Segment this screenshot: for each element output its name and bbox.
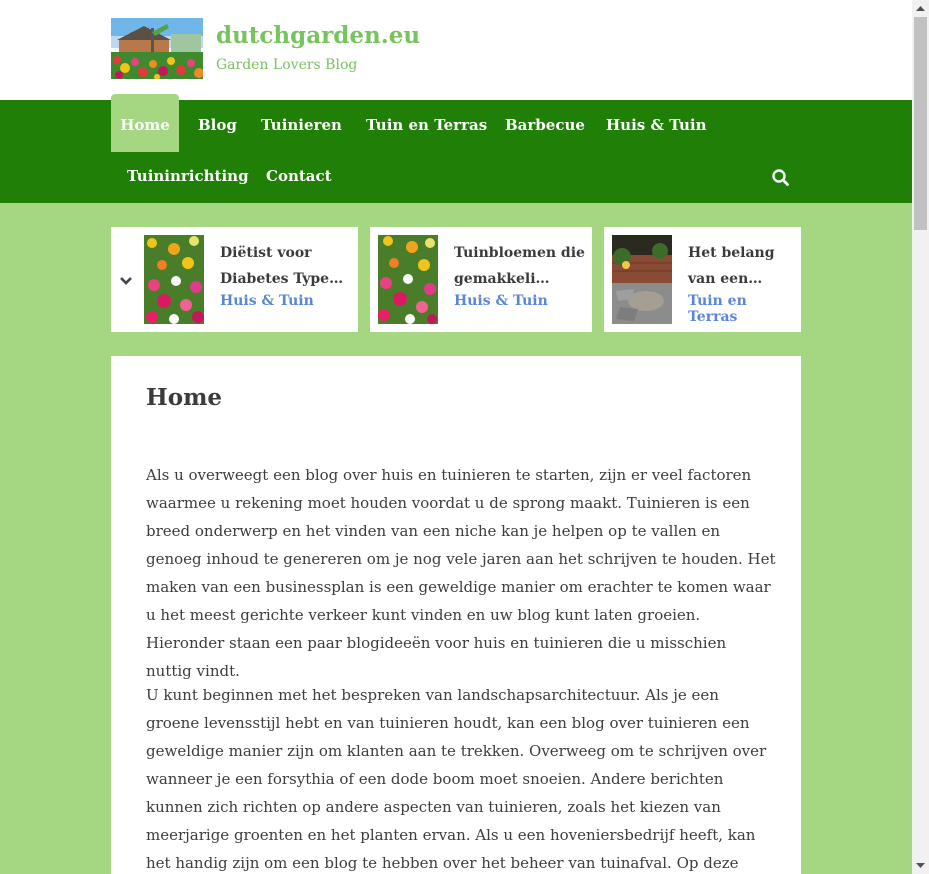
featured-card[interactable]: Diëtist voor Diabetes Type… Huis & Tuin [111, 227, 358, 332]
site-title[interactable]: dutchgarden.eu [216, 22, 420, 49]
site-logo[interactable] [111, 18, 203, 79]
card-category[interactable]: Tuin en Terras [688, 293, 801, 325]
scrollbar-thumb[interactable] [914, 17, 927, 230]
featured-card[interactable]: Het belang van een… Tuin en Terras [604, 227, 801, 332]
nav-item-huis-en-tuin[interactable]: Huis & Tuin [606, 100, 707, 152]
card-thumbnail[interactable] [612, 235, 672, 324]
nav-item-blog[interactable]: Blog [198, 100, 237, 152]
main-content: Home Als u overweegt een blog over huis … [111, 356, 801, 874]
card-thumbnail[interactable] [144, 235, 204, 324]
nav-item-barbecue[interactable]: Barbecue [505, 100, 585, 152]
scrollbar[interactable] [912, 0, 929, 874]
card-thumbnail[interactable] [378, 235, 438, 324]
nav-item-home[interactable]: Home [111, 94, 179, 152]
scroll-up-arrow-icon[interactable] [912, 0, 929, 17]
card-title[interactable]: Het belang van een… [688, 240, 800, 292]
scroll-down-arrow-icon[interactable] [912, 857, 929, 874]
page-title: Home [146, 384, 223, 411]
card-title[interactable]: Diëtist voor Diabetes Type… [220, 240, 360, 292]
article-paragraph: U kunt beginnen met het bespreken van la… [146, 686, 767, 872]
nav-item-contact[interactable]: Contact [266, 151, 332, 203]
search-icon[interactable] [771, 168, 791, 188]
card-category[interactable]: Huis & Tuin [220, 293, 314, 309]
article-paragraph: Als u overweegt een blog over huis en tu… [146, 466, 776, 680]
chevron-down-icon[interactable] [119, 273, 133, 287]
nav-item-tuin-en-terras[interactable]: Tuin en Terras [366, 100, 487, 152]
featured-card[interactable]: Tuinbloemen die gemakkeli… Huis & Tuin [370, 227, 592, 332]
site-header: dutchgarden.eu Garden Lovers Blog [0, 0, 912, 100]
card-category[interactable]: Huis & Tuin [454, 293, 548, 309]
nav-item-tuininrichting[interactable]: Tuininrichting [127, 151, 249, 203]
site-tagline: Garden Lovers Blog [216, 57, 358, 73]
nav-item-tuinieren[interactable]: Tuinieren [261, 100, 342, 152]
card-title[interactable]: Tuinbloemen die gemakkeli… [454, 240, 594, 292]
